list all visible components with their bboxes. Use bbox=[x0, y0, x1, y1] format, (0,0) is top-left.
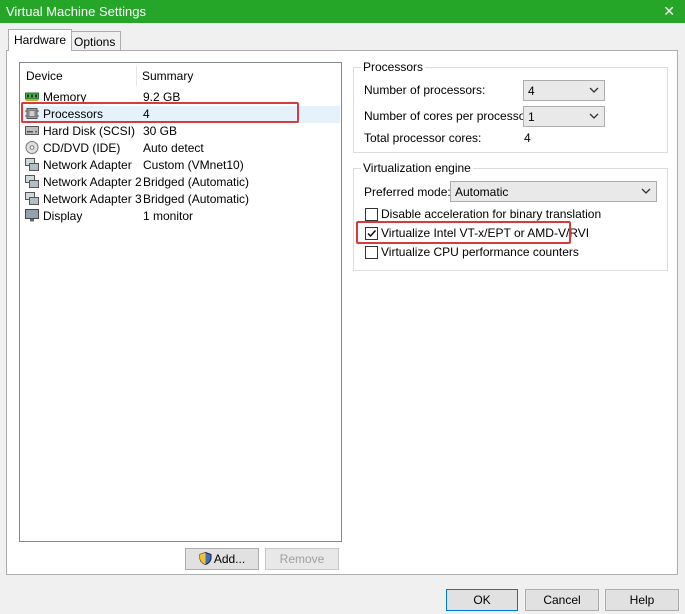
preferred-mode-value: Automatic bbox=[455, 185, 509, 199]
device-name: Hard Disk (SCSI) bbox=[43, 124, 136, 138]
num-processors-label: Number of processors: bbox=[364, 83, 486, 97]
highlight-box-processors bbox=[21, 102, 299, 123]
device-name: Network Adapter bbox=[43, 158, 132, 172]
ok-button[interactable]: OK bbox=[446, 589, 518, 611]
device-name: CD/DVD (IDE) bbox=[43, 141, 121, 155]
add-button[interactable]: Add... bbox=[185, 548, 259, 570]
close-icon[interactable]: ✕ bbox=[663, 3, 675, 20]
tab-hardware[interactable]: Hardware bbox=[8, 29, 73, 51]
shield-icon bbox=[199, 551, 212, 566]
cd-dvd-icon bbox=[25, 141, 39, 154]
column-header-summary[interactable]: Summary bbox=[142, 69, 193, 83]
device-row-network-adapter[interactable]: Network Adapter Custom (VMnet10) bbox=[21, 157, 340, 174]
chevron-down-icon bbox=[589, 113, 599, 119]
window-title: Virtual Machine Settings bbox=[6, 4, 146, 19]
virtualize-cpu-counters-label[interactable]: Virtualize CPU performance counters bbox=[381, 245, 579, 259]
preferred-mode-select[interactable]: Automatic bbox=[450, 181, 657, 202]
device-summary: Custom (VMnet10) bbox=[143, 158, 244, 172]
disable-acceleration-label[interactable]: Disable acceleration for binary translat… bbox=[381, 207, 601, 221]
cores-per-processor-label: Number of cores per processor: bbox=[364, 109, 533, 123]
device-row-display[interactable]: Display 1 monitor bbox=[21, 208, 340, 225]
network-adapter-icon bbox=[25, 158, 39, 171]
column-separator[interactable] bbox=[136, 66, 137, 86]
device-summary: Auto detect bbox=[143, 141, 204, 155]
network-adapter-icon bbox=[25, 192, 39, 205]
preferred-mode-label: Preferred mode: bbox=[364, 185, 451, 199]
device-summary: Bridged (Automatic) bbox=[143, 175, 250, 189]
chevron-down-icon bbox=[641, 188, 651, 194]
add-button-label: Add... bbox=[213, 552, 246, 566]
highlight-box-virtualize-vtx bbox=[356, 221, 571, 244]
virtualize-cpu-counters-checkbox[interactable] bbox=[365, 246, 378, 259]
device-row-network-adapter-2[interactable]: Network Adapter 2 Bridged (Automatic) bbox=[21, 174, 340, 191]
hard-disk-icon bbox=[25, 126, 39, 135]
device-summary: Bridged (Automatic) bbox=[143, 192, 250, 206]
device-name: Display bbox=[43, 209, 83, 223]
cancel-button[interactable]: Cancel bbox=[525, 589, 599, 611]
remove-button[interactable]: Remove bbox=[265, 548, 339, 570]
virtualization-engine-group-title: Virtualization engine bbox=[361, 161, 473, 175]
disable-acceleration-checkbox[interactable] bbox=[365, 208, 378, 221]
chevron-down-icon bbox=[589, 87, 599, 93]
device-row-cd-dvd[interactable]: CD/DVD (IDE) Auto detect bbox=[21, 140, 340, 157]
total-cores-value: 4 bbox=[524, 131, 531, 145]
device-name: Network Adapter 3 bbox=[43, 192, 142, 206]
device-row-hard-disk[interactable]: Hard Disk (SCSI) 30 GB bbox=[21, 123, 340, 140]
device-summary: 30 GB bbox=[143, 124, 178, 138]
num-processors-select[interactable]: 4 bbox=[523, 80, 605, 101]
device-summary: 1 monitor bbox=[143, 209, 194, 223]
total-cores-label: Total processor cores: bbox=[364, 131, 482, 145]
device-list[interactable]: Device Summary Memory 9.2 GB Processors … bbox=[19, 62, 342, 542]
device-name: Network Adapter 2 bbox=[43, 175, 142, 189]
title-bar: Virtual Machine Settings ✕ bbox=[0, 0, 685, 23]
column-header-device[interactable]: Device bbox=[26, 69, 63, 83]
cores-per-processor-value: 1 bbox=[528, 110, 535, 124]
network-adapter-icon bbox=[25, 175, 39, 188]
cores-per-processor-select[interactable]: 1 bbox=[523, 106, 605, 127]
device-row-network-adapter-3[interactable]: Network Adapter 3 Bridged (Automatic) bbox=[21, 191, 340, 208]
display-icon bbox=[25, 209, 39, 222]
num-processors-value: 4 bbox=[528, 84, 535, 98]
tab-options[interactable]: Options bbox=[68, 31, 122, 51]
processors-group-title: Processors bbox=[361, 60, 426, 74]
help-button[interactable]: Help bbox=[605, 589, 679, 611]
